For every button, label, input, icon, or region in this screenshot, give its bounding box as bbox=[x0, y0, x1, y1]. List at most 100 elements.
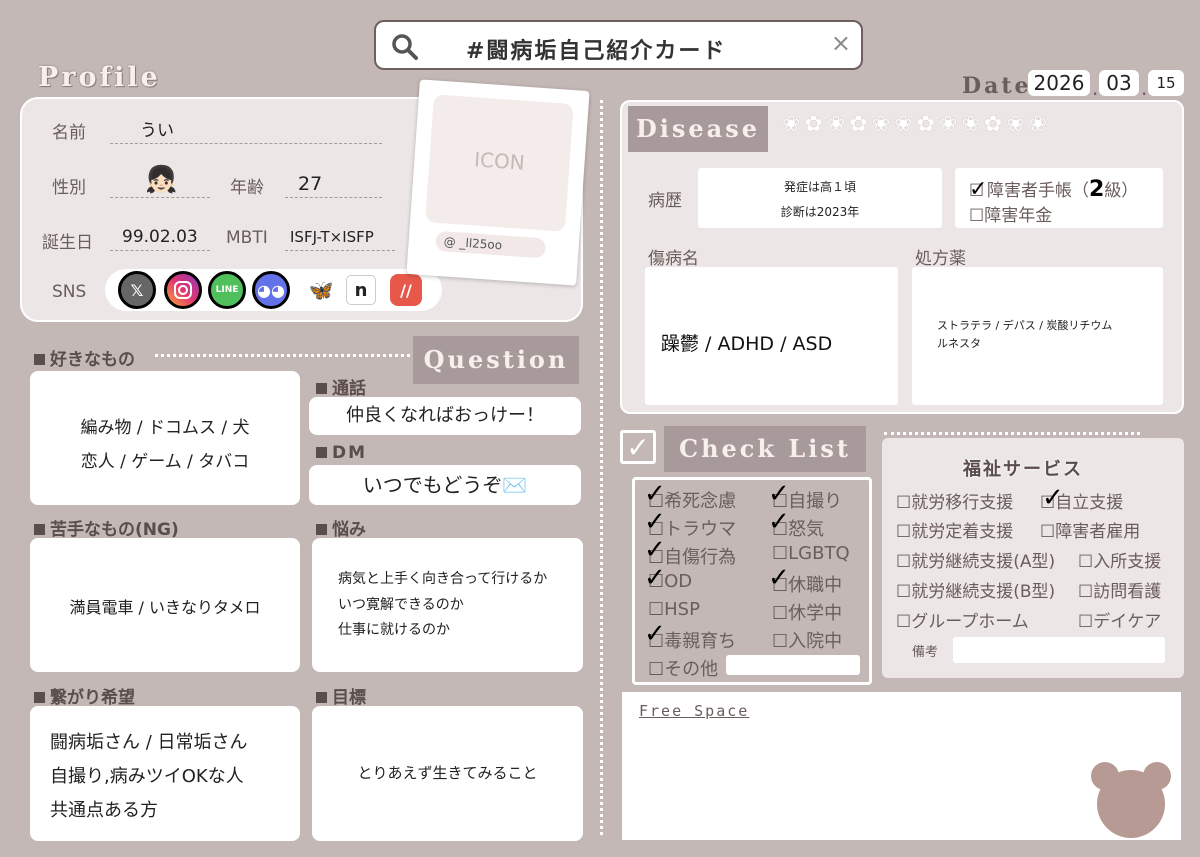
date-label: Date bbox=[962, 73, 1032, 99]
welfare-item[interactable]: ☐就労継続支援(B型) bbox=[896, 577, 1055, 602]
meds-box: ストラテラ / デパス / 炭酸リチウム ルネスタ bbox=[912, 267, 1163, 405]
name-underline bbox=[110, 143, 382, 144]
dislikes-box: 満員電車 / いきなりタメロ bbox=[30, 538, 300, 672]
dm-value: いつでもどうぞ✉️ bbox=[309, 465, 581, 505]
check-item-leave[interactable]: ☐休職中 ✓ bbox=[768, 563, 842, 597]
date-year: 2026 bbox=[1028, 70, 1090, 96]
connect-header: 繋がり希望 bbox=[34, 683, 135, 708]
birthday-label: 誕生日 bbox=[42, 233, 93, 253]
welfare-item[interactable]: ☐グループホーム bbox=[896, 607, 1029, 632]
age-underline bbox=[285, 197, 382, 198]
note-label: 備考 bbox=[912, 645, 939, 660]
handle-label: @ _ll25oo bbox=[435, 230, 547, 259]
meds-label: 処方薬 bbox=[915, 249, 966, 269]
name-value: うい bbox=[140, 121, 174, 141]
line-icon[interactable]: LINE bbox=[208, 271, 246, 309]
checklist-check-icon: ✓ bbox=[620, 430, 656, 464]
search-icon bbox=[392, 34, 418, 60]
pension-label: 障害年金 bbox=[984, 206, 1053, 226]
search-bar[interactable]: #闘病垢自己紹介カード × bbox=[374, 20, 863, 70]
date-month: 03 bbox=[1099, 70, 1139, 96]
diagnosis-label: 傷病名 bbox=[648, 249, 699, 269]
history-label: 病歴 bbox=[648, 191, 682, 211]
gender-underline bbox=[110, 197, 210, 198]
x-icon[interactable]: 𝕏 bbox=[118, 271, 156, 309]
welfare-item[interactable]: ☐就労定着支援 bbox=[896, 517, 1013, 542]
check-item-hospital[interactable]: ☐入院中 bbox=[772, 627, 842, 653]
free-space-box[interactable]: Free Space bbox=[620, 690, 1183, 842]
welfare-item[interactable]: ☐入所支援 bbox=[1078, 547, 1161, 572]
call-value: 仲良くなればおっけー！ bbox=[309, 397, 581, 435]
birthday-underline bbox=[110, 250, 210, 251]
icon-text: ICON bbox=[473, 147, 526, 175]
connect-line-1: 闘病垢さん / 日常垢さん bbox=[50, 732, 248, 753]
handbook-check-icon: ✓ bbox=[969, 177, 988, 202]
diagnosis-box: 躁鬱 / ADHD / ASD bbox=[645, 267, 898, 405]
connect-box: 闘病垢さん / 日常垢さん 自撮り,病みツイOKな人 共通点ある方 bbox=[30, 706, 300, 841]
check-item-school-leave[interactable]: ☐休学中 bbox=[772, 599, 842, 625]
checklist-divider bbox=[884, 432, 1140, 435]
icon-photo-card: ICON @ _ll25oo bbox=[406, 79, 590, 286]
misskey-icon[interactable]: // bbox=[390, 274, 422, 306]
bluesky-icon[interactable]: 🦋 bbox=[302, 271, 340, 309]
dislikes-header: 苦手なもの(NG) bbox=[34, 515, 179, 540]
check-item-od[interactable]: ☐OD ✓ bbox=[644, 563, 692, 593]
connect-line-2: 自撮り,病みツイOKな人 bbox=[50, 766, 244, 787]
welfare-item[interactable]: ☐障害者雇用 bbox=[1040, 517, 1140, 542]
handbook-line-1: ☐ ✓ 障害者手帳（2級） bbox=[969, 176, 1138, 202]
note-input[interactable] bbox=[953, 637, 1165, 663]
age-label: 年齢 bbox=[230, 178, 264, 198]
likes-box: 編み物 / ドコムス / 犬 恋人 / ゲーム / タバコ bbox=[30, 371, 300, 505]
checklist-title: Check List bbox=[664, 426, 866, 472]
welfare-item[interactable]: ☐就労移行支援 bbox=[896, 488, 1013, 513]
note-icon[interactable]: n bbox=[346, 275, 376, 305]
free-space-title: Free Space bbox=[639, 702, 750, 720]
dm-header: DM bbox=[316, 443, 367, 463]
mbti-underline bbox=[285, 250, 395, 251]
goal-box: とりあえず生きてみること bbox=[312, 706, 583, 841]
handbook-label-b: 級） bbox=[1104, 181, 1139, 201]
worries-header: 悩み bbox=[316, 515, 366, 540]
check-item-lgbtq[interactable]: ☐LGBTQ bbox=[772, 543, 850, 564]
pension-checkbox[interactable]: ☐ bbox=[969, 206, 984, 226]
name-label: 名前 bbox=[52, 123, 86, 143]
check-mark: ✓ bbox=[644, 507, 666, 537]
handbook-grade: 2 bbox=[1089, 177, 1105, 202]
likes-divider bbox=[155, 354, 410, 357]
discord-icon[interactable]: ◕◕ bbox=[252, 271, 290, 309]
likes-line-2: 恋人 / ゲーム / タバコ bbox=[80, 452, 250, 472]
worries-line-2: いつ寛解できるのか bbox=[338, 597, 464, 613]
welfare-item[interactable]: ☐デイケア bbox=[1078, 607, 1161, 632]
handbook-label: 障害者手帳（ bbox=[987, 181, 1089, 201]
icon-placeholder: ICON bbox=[425, 94, 574, 232]
meds-line-1: ストラテラ / デパス / 炭酸リチウム bbox=[937, 319, 1113, 332]
date-day: 15 bbox=[1148, 70, 1184, 96]
welfare-item[interactable]: ☐ ✓ 自立支援 bbox=[1040, 483, 1123, 513]
handbook-line-2: ☐障害年金 bbox=[969, 201, 1052, 226]
other-input[interactable] bbox=[726, 655, 860, 675]
check-mark: ✓ bbox=[768, 507, 790, 537]
sns-label: SNS bbox=[52, 282, 87, 302]
connect-line-3: 共通点ある方 bbox=[50, 800, 158, 821]
check-item-other[interactable]: ☐その他 bbox=[648, 655, 718, 681]
check-mark: ✓ bbox=[768, 479, 790, 509]
question-title: Question bbox=[413, 336, 579, 384]
check-item-toxic-parents[interactable]: ☐毒親育ち ✓ bbox=[644, 619, 736, 653]
date-sep-1: . bbox=[1092, 76, 1099, 100]
gender-emoji: 👧🏻 bbox=[145, 165, 178, 195]
check-item-hsp[interactable]: ☐HSP bbox=[648, 599, 700, 620]
check-mark: ✓ bbox=[644, 479, 666, 509]
check-mark: ✓ bbox=[644, 563, 666, 593]
gender-label: 性別 bbox=[52, 178, 86, 198]
flower-decoration: ❀✿❀✿❀❀✿❀❀✿❀❀ bbox=[782, 112, 1052, 137]
dislikes-value: 満員電車 / いきなりタメロ bbox=[69, 598, 261, 617]
welfare-item[interactable]: ☐訪問看護 bbox=[1078, 577, 1161, 602]
check-mark: ✓ bbox=[1042, 483, 1064, 513]
welfare-item[interactable]: ☐就労継続支援(A型) bbox=[896, 547, 1055, 572]
worries-line-3: 仕事に就けるのか bbox=[338, 622, 450, 638]
check-item-anger[interactable]: ☐怒気 ✓ bbox=[768, 507, 824, 541]
instagram-icon[interactable] bbox=[164, 271, 202, 309]
mbti-label: MBTI bbox=[226, 228, 268, 248]
likes-line-1: 編み物 / ドコムス / 犬 bbox=[80, 418, 250, 438]
close-icon[interactable]: × bbox=[831, 29, 851, 57]
